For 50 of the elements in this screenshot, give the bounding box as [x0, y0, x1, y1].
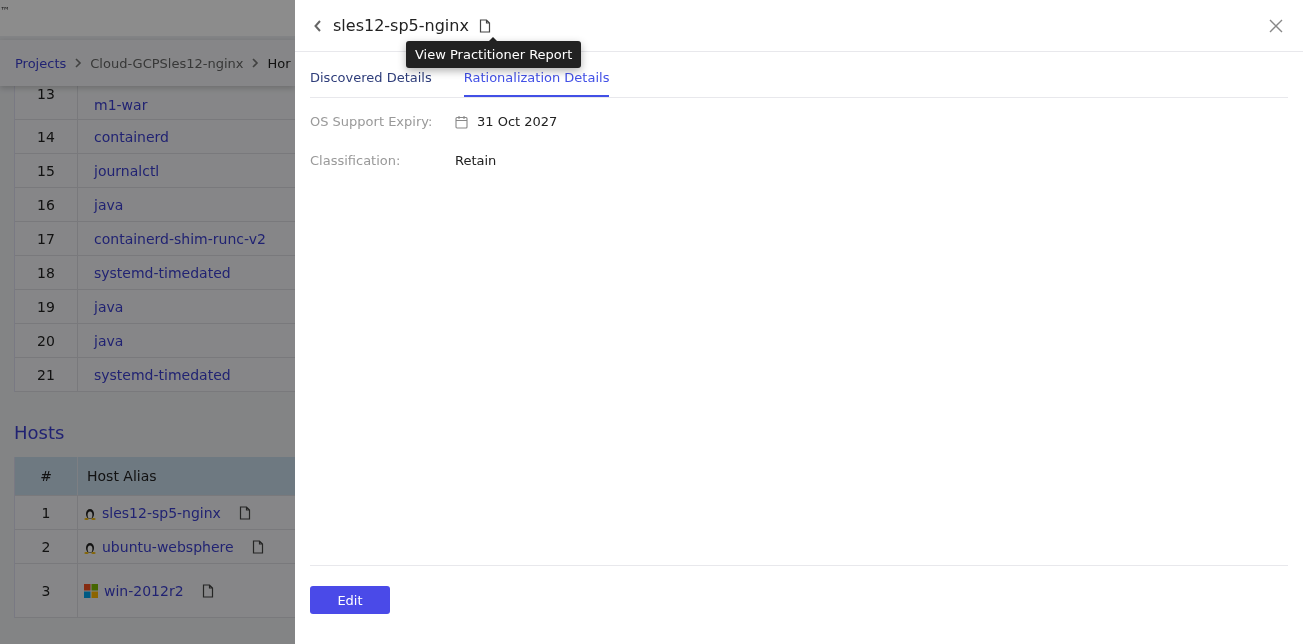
column-header: Host Alias: [86, 467, 158, 486]
brand-text: ™: [0, 5, 10, 16]
process-link[interactable]: java: [94, 332, 124, 349]
document-icon[interactable]: [251, 539, 264, 554]
field-value: 31 Oct 2027: [477, 114, 558, 129]
row-number: 18: [15, 256, 78, 289]
host-link[interactable]: ubuntu-websphere: [102, 538, 234, 555]
process-link[interactable]: java: [94, 298, 124, 315]
row-number: 21: [15, 358, 78, 391]
chevron-icon: [74, 58, 83, 68]
process-link[interactable]: java: [94, 196, 124, 213]
close-icon[interactable]: [1269, 18, 1283, 33]
breadcrumb-item: Cloud-GCPSles12-nginx: [90, 55, 244, 71]
tab[interactable]: Rationalization Details: [463, 70, 610, 97]
row-number: 3: [15, 564, 78, 617]
host-link[interactable]: win-2012r2: [104, 582, 184, 599]
row-number: 2: [15, 530, 78, 563]
back-icon[interactable]: [313, 18, 323, 33]
row-number: 19: [15, 290, 78, 323]
process-link[interactable]: systemd-timedated: [94, 366, 231, 383]
process-link[interactable]: systemd-timedated: [94, 264, 231, 281]
row-number: 16: [15, 188, 78, 221]
field-value: Retain: [455, 153, 497, 168]
row-number: 14: [15, 120, 78, 153]
field-label: OS Support Expiry:: [310, 114, 434, 129]
tab[interactable]: Discovered Details: [310, 70, 432, 97]
drawer-title: sles12-sp5-nginx: [333, 16, 469, 35]
process-link[interactable]: journalctl: [94, 162, 160, 179]
row-number: 20: [15, 324, 78, 357]
process-link[interactable]: m1-war: [94, 97, 148, 113]
section-title: Hosts: [14, 422, 66, 443]
breadcrumb-item: Hor: [267, 55, 291, 71]
process-link[interactable]: containerd: [94, 128, 169, 145]
process-link[interactable]: containerd-shim-runc-v2: [94, 230, 266, 247]
edit-button[interactable]: Edit: [310, 586, 390, 614]
document-icon[interactable]: [478, 18, 491, 33]
host-link[interactable]: sles12-sp5-nginx: [102, 504, 221, 521]
row-number: 17: [15, 222, 78, 255]
row-number: 1: [15, 496, 78, 529]
field-label: Classification:: [310, 153, 402, 168]
calendar-icon: [455, 114, 468, 129]
row-number: 13: [15, 86, 78, 119]
breadcrumb-item[interactable]: Projects: [15, 55, 67, 71]
chevron-icon: [251, 58, 260, 68]
document-icon[interactable]: [201, 583, 214, 598]
row-number: 15: [15, 154, 78, 187]
tooltip: View Practitioner Report: [406, 41, 582, 68]
windows-icon: [84, 583, 98, 598]
column-header: #: [15, 457, 78, 495]
document-icon[interactable]: [238, 505, 251, 520]
